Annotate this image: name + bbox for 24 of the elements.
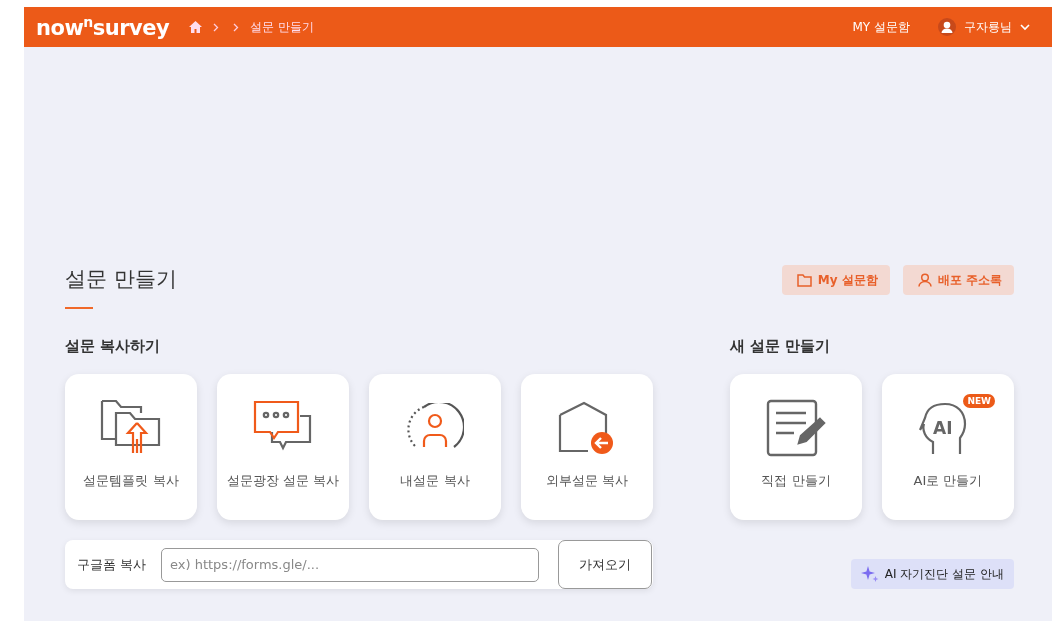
url-input-field[interactable]: ex) https://forms.gle/... xyxy=(161,547,539,582)
sparkle-icon xyxy=(860,565,879,583)
copy-option-card[interactable]: 내설문 복사 xyxy=(369,374,501,520)
create-option-card[interactable]: AI NEW AI로 만들기 xyxy=(882,374,1014,520)
copy-option-card[interactable]: 외부설문 복사 xyxy=(521,374,653,520)
chevron-down-icon[interactable] xyxy=(1020,23,1030,31)
folder-icon xyxy=(796,273,812,287)
import-button[interactable]: 가져오기 xyxy=(558,540,652,589)
avatar-icon[interactable] xyxy=(938,18,956,36)
person-icon xyxy=(917,273,932,287)
document-pencil-icon xyxy=(766,399,826,457)
create-option-card[interactable]: 직접 만들기 xyxy=(730,374,862,520)
section-heading: 설문 복사하기 xyxy=(65,337,162,356)
copy-option-card[interactable]: 설문광장 설문 복사 xyxy=(217,374,349,520)
chevron-icon xyxy=(213,22,220,32)
field-label: 구글폼 복사 xyxy=(77,555,148,574)
house-arrow-icon xyxy=(558,401,616,455)
new-badge: NEW xyxy=(963,394,995,408)
chevron-icon xyxy=(233,22,240,32)
section-heading: 새 설문 만들기 xyxy=(730,337,832,356)
copy-option-card[interactable]: 설문템플릿 복사 xyxy=(65,374,197,520)
home-icon[interactable] xyxy=(189,21,203,33)
page-title: 설문 만들기 xyxy=(65,266,177,293)
ai-guide-button[interactable]: AI 자기진단 설문 안내 xyxy=(850,559,1014,589)
